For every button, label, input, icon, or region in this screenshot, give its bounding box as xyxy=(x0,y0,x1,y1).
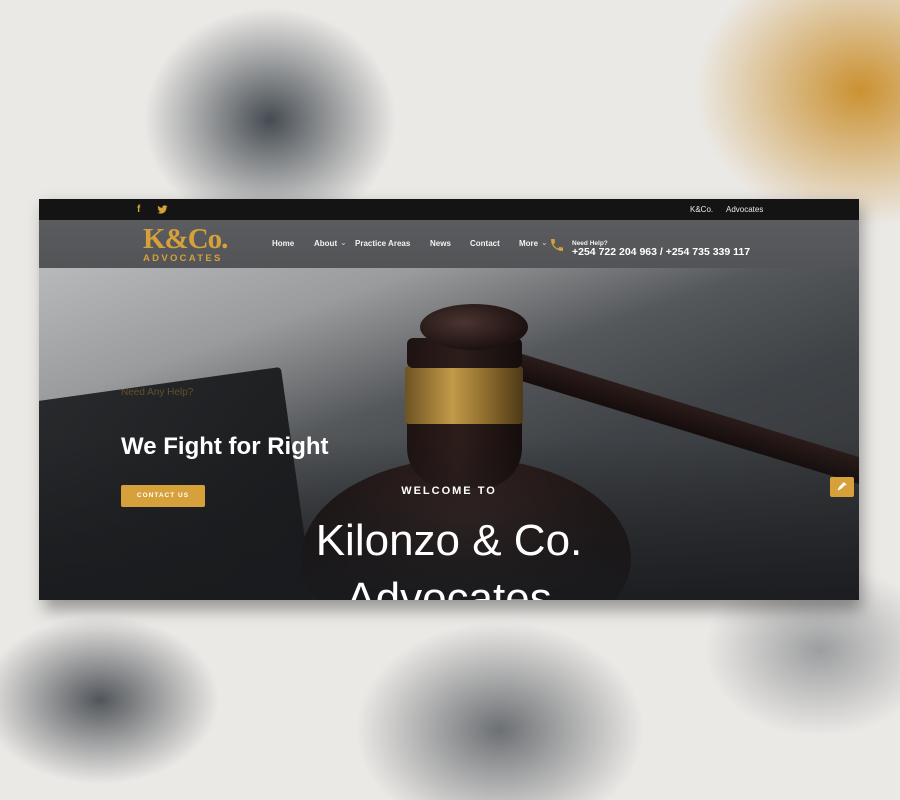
gavel-brass-band-image xyxy=(405,366,523,424)
facebook-icon[interactable]: f xyxy=(137,204,140,215)
nav-news[interactable]: News xyxy=(430,239,451,248)
website-screenshot: f K&Co. Advocates K&Co. ADVOCATES Home A… xyxy=(39,199,859,600)
help-phone-numbers[interactable]: +254 722 204 963 / +254 735 339 117 xyxy=(572,246,750,258)
welcome-label: WELCOME TO xyxy=(401,485,497,497)
hero-title: We Fight for Right xyxy=(121,433,329,460)
chevron-down-icon: ⌄ xyxy=(541,238,548,247)
firm-name-line-1: Kilonzo & Co. xyxy=(315,516,583,565)
twitter-icon[interactable] xyxy=(157,204,168,215)
nav-contact[interactable]: Contact xyxy=(470,239,500,248)
logo-subtitle[interactable]: ADVOCATES xyxy=(143,253,223,264)
top-link-advocates[interactable]: Advocates xyxy=(726,205,763,214)
firm-name-line-2: Advocates xyxy=(346,574,552,600)
phone-icon xyxy=(551,239,563,251)
logo-wordmark[interactable]: K&Co. xyxy=(143,223,228,255)
hero-slider: Need Any Help? We Fight for Right CONTAC… xyxy=(39,268,859,600)
nav-about[interactable]: About xyxy=(314,239,337,248)
gavel-cap-image xyxy=(420,304,528,350)
nav-more[interactable]: More xyxy=(519,239,538,248)
main-header: K&Co. ADVOCATES Home About ⌄ Practice Ar… xyxy=(39,220,859,268)
hero-tagline: Need Any Help? xyxy=(121,387,194,398)
eyedropper-button[interactable] xyxy=(830,477,854,497)
eyedropper-icon xyxy=(837,482,847,491)
nav-practice-areas[interactable]: Practice Areas xyxy=(355,239,410,248)
top-bar: f K&Co. Advocates xyxy=(39,199,859,221)
top-link-kco[interactable]: K&Co. xyxy=(690,205,713,214)
chevron-down-icon: ⌄ xyxy=(340,238,347,247)
nav-home[interactable]: Home xyxy=(272,239,294,248)
